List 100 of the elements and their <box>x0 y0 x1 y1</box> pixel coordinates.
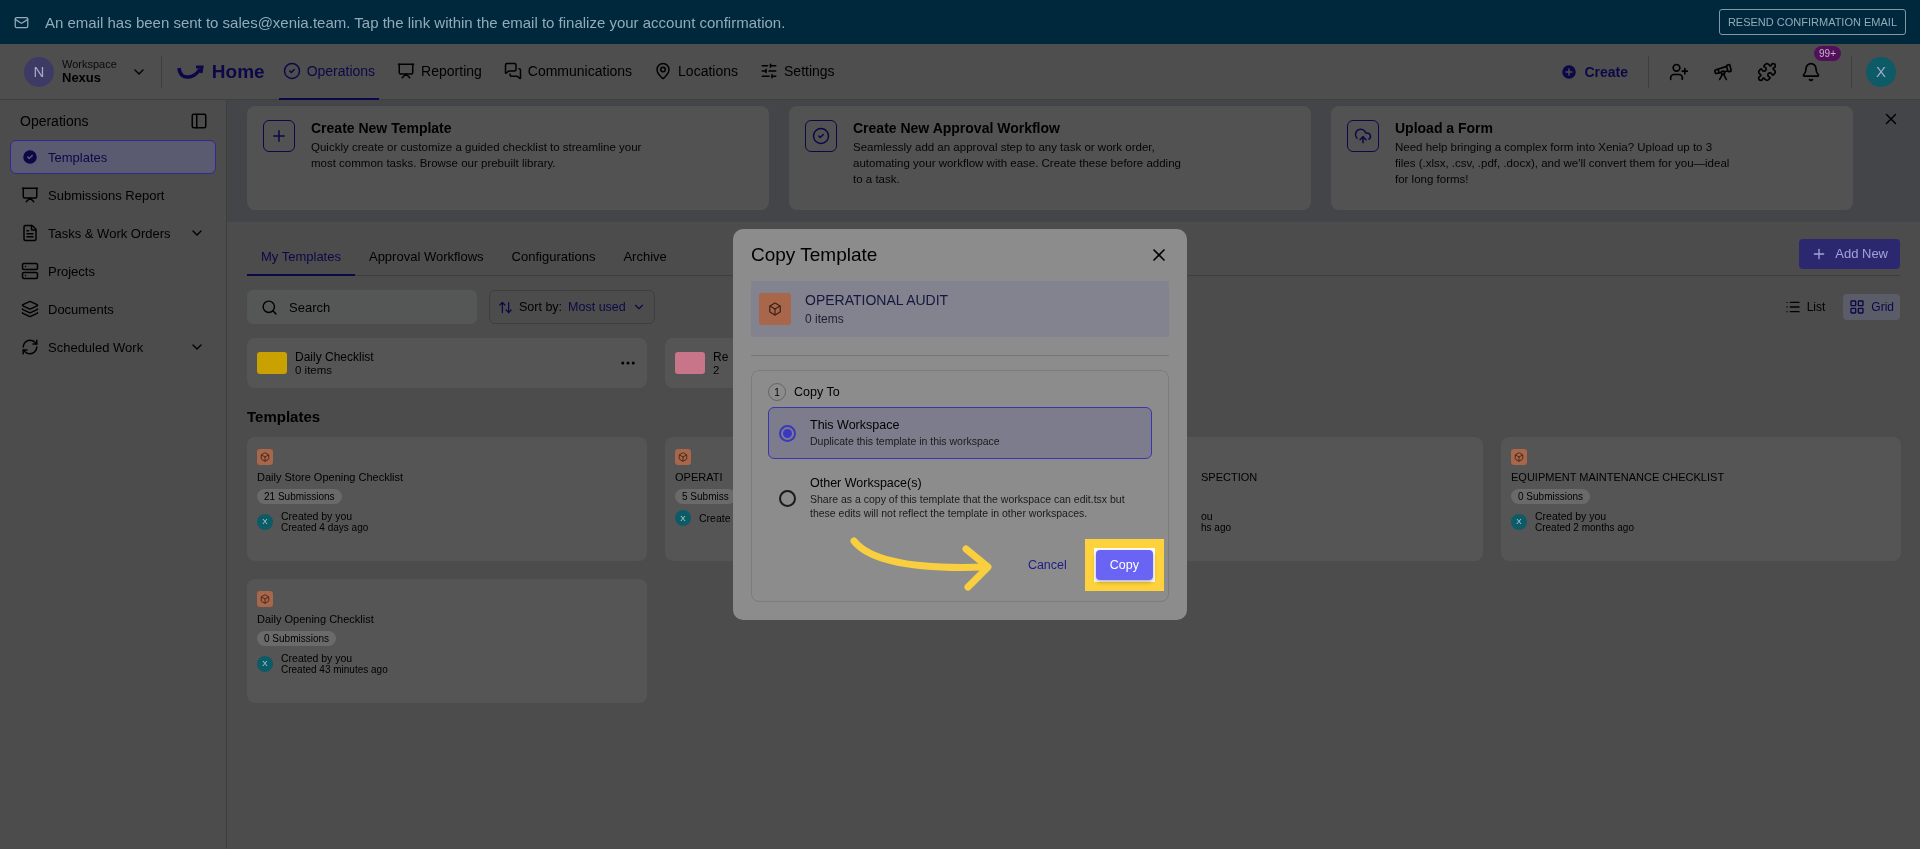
item-count: 0 items <box>805 312 845 326</box>
list-icon <box>1784 299 1801 315</box>
telescope-icon <box>1713 61 1733 82</box>
template-title: OPERATI <box>675 471 723 483</box>
box-icon <box>257 449 273 465</box>
submissions-count: 21 Submissions <box>257 489 342 504</box>
creator-avatar: X <box>257 513 273 530</box>
cancel-button[interactable]: Cancel <box>1021 557 1073 573</box>
box-icon <box>675 449 691 465</box>
template-title: Daily Store Opening Checklist <box>257 471 404 483</box>
bell-icon <box>1801 61 1821 82</box>
cloud-upload-icon <box>1347 120 1379 152</box>
copy-button[interactable]: Copy <box>1095 550 1153 580</box>
create-button[interactable]: Create <box>1554 61 1634 82</box>
tab[interactable]: Configurations <box>497 239 610 276</box>
puzzle-icon <box>1757 61 1777 82</box>
tab[interactable]: Archive <box>609 239 681 276</box>
creator-avatar: X <box>1511 513 1527 530</box>
sort-dropdown[interactable]: Sort by: Most used <box>489 290 655 324</box>
folder-count: 2 <box>713 364 721 376</box>
view-toggle[interactable]: Grid <box>1843 294 1900 320</box>
sidebar-item[interactable]: Projects <box>10 254 216 288</box>
section-title: Copy To <box>794 385 840 399</box>
notification-badge: 99+ <box>1814 45 1841 61</box>
creator-avatar: X <box>675 510 691 526</box>
info-card-title: Upload a Form <box>1395 120 1494 136</box>
box-icon <box>257 591 273 607</box>
info-card-title: Create New Template <box>311 120 453 136</box>
plus-icon <box>263 120 295 152</box>
template-title: EQUIPMENT MAINTENANCE CHECKLIST <box>1511 471 1725 483</box>
add-new-button[interactable]: Add New <box>1799 238 1900 269</box>
template-card[interactable]: Daily Opening Checklist 0 Submissions X Created by you Created 43 minutes ago <box>247 579 647 703</box>
sidebar-item[interactable]: Tasks & Work Orders <box>10 216 216 250</box>
folder-name: Daily Checklist <box>295 350 375 364</box>
folder-card[interactable]: Daily Checklist 0 items <box>247 338 647 388</box>
created-time: Created 4 days ago <box>281 522 369 533</box>
sidebar-title: Operations <box>20 113 89 129</box>
created-time: Created 43 minutes ago <box>281 664 388 675</box>
collapse-sidebar-icon[interactable] <box>190 112 208 130</box>
home-link[interactable]: Home <box>175 60 265 83</box>
folder-count: 0 items <box>295 364 334 376</box>
workspace-label: Workspace <box>62 58 117 70</box>
creator-avatar: X <box>257 655 273 672</box>
creator-text: Created by you <box>281 652 353 664</box>
grid-icon <box>1849 299 1866 315</box>
sliders-icon <box>760 61 778 80</box>
check-circle-icon <box>21 148 39 166</box>
template-title: Daily Opening Checklist <box>257 613 374 625</box>
map-pin-icon <box>654 61 673 80</box>
info-card-text: Seamlessly add an approval step to any task or work order, automating your workflow with ease. Create these before adding to a task. <box>853 140 1182 187</box>
nav-tab[interactable]: Reporting <box>393 43 486 100</box>
workspace-name[interactable]: Nexus <box>62 70 117 85</box>
sort-arrows-icon <box>498 299 513 315</box>
view-toggle[interactable]: List <box>1778 294 1832 320</box>
submissions-count: 0 Submissions <box>257 631 337 646</box>
info-card[interactable]: Upload a Form Need help bringing a complex form into Xenia? Upload up to 3 files (.xlsx, .csv, .pdf, .docx), and we'll convert them for you—ideal for long forms! <box>1331 106 1853 210</box>
section-heading: Templates <box>247 408 321 425</box>
user-avatar[interactable]: X <box>1866 56 1896 87</box>
sidebar-item[interactable]: Documents <box>10 292 216 326</box>
template-card[interactable]: EQUIPMENT MAINTENANCE CHECKLIST 0 Submissions X Created by you Created 2 months ago <box>1501 437 1901 561</box>
radio-button[interactable] <box>779 489 796 507</box>
option-title: This Workspace <box>810 418 901 432</box>
presentation-icon <box>21 186 39 204</box>
plus-circle-icon <box>1560 62 1579 81</box>
resend-button[interactable]: RESEND CONFIRMATION EMAIL <box>1718 9 1906 35</box>
sidebar-item[interactable]: Templates <box>10 140 216 174</box>
check-circle-icon <box>282 61 301 80</box>
template-card[interactable]: Daily Store Opening Checklist 21 Submissions X Created by you Created 4 days ago <box>247 437 647 561</box>
dialog-title: Copy Template <box>751 244 878 266</box>
refresh-icon <box>21 338 39 356</box>
box-icon <box>1511 449 1527 465</box>
sidebar-item[interactable]: Submissions Report <box>10 178 216 212</box>
nav-tab[interactable]: Locations <box>650 43 742 100</box>
info-card-text: Quickly create or customize a guided checklist to streamline your most common tasks. Browse our prebuilt library. <box>311 140 643 171</box>
creator-text: Created by you <box>1535 510 1607 522</box>
info-card-title: Create New Approval Workflow <box>853 120 1061 136</box>
template-name: OPERATIONAL AUDIT <box>805 292 949 308</box>
creator-text: Create <box>699 512 731 524</box>
sidebar-item[interactable]: Scheduled Work <box>10 330 216 364</box>
radio-button[interactable] <box>779 424 796 442</box>
template-title: SPECTION <box>1201 471 1258 483</box>
info-card[interactable]: Create New Template Quickly create or customize a guided checklist to streamline your most common tasks. Browse our prebuilt library. <box>247 106 769 210</box>
creator-text: Created by you <box>281 510 354 522</box>
tab[interactable]: Approval Workflows <box>354 239 498 276</box>
creator-text: ou <box>1201 510 1214 522</box>
created-time: hs ago <box>1201 522 1232 533</box>
document-icon <box>21 224 39 242</box>
workspace-avatar[interactable]: N <box>24 56 54 87</box>
nav-tab[interactable]: Settings <box>756 43 839 100</box>
search-icon <box>261 299 278 316</box>
search-field[interactable]: Search <box>247 290 477 324</box>
box-icon <box>759 293 791 325</box>
option-title: Other Workspace(s) <box>810 476 923 490</box>
server-icon <box>21 262 39 280</box>
tab[interactable]: My Templates <box>247 239 355 276</box>
info-card[interactable]: Create New Approval Workflow Seamlessly add an approval step to any task or work order, automating your workflow with ease. Create these before adding to a task. <box>789 106 1311 210</box>
workspace-option[interactable]: This Workspace Duplicate this template in this workspace <box>768 407 1152 459</box>
info-card-text: Need help bringing a complex form into Xenia? Upload up to 3 files (.xlsx, .csv, .pdf, .docx), and we'll convert them for you—ideal for long forms! <box>1395 140 1731 187</box>
banner-message: An email has been sent to sales@xenia.team. Tap the link within the email to finalize your account confirmation. <box>45 13 787 31</box>
nav-tab[interactable]: Communications <box>499 43 637 100</box>
